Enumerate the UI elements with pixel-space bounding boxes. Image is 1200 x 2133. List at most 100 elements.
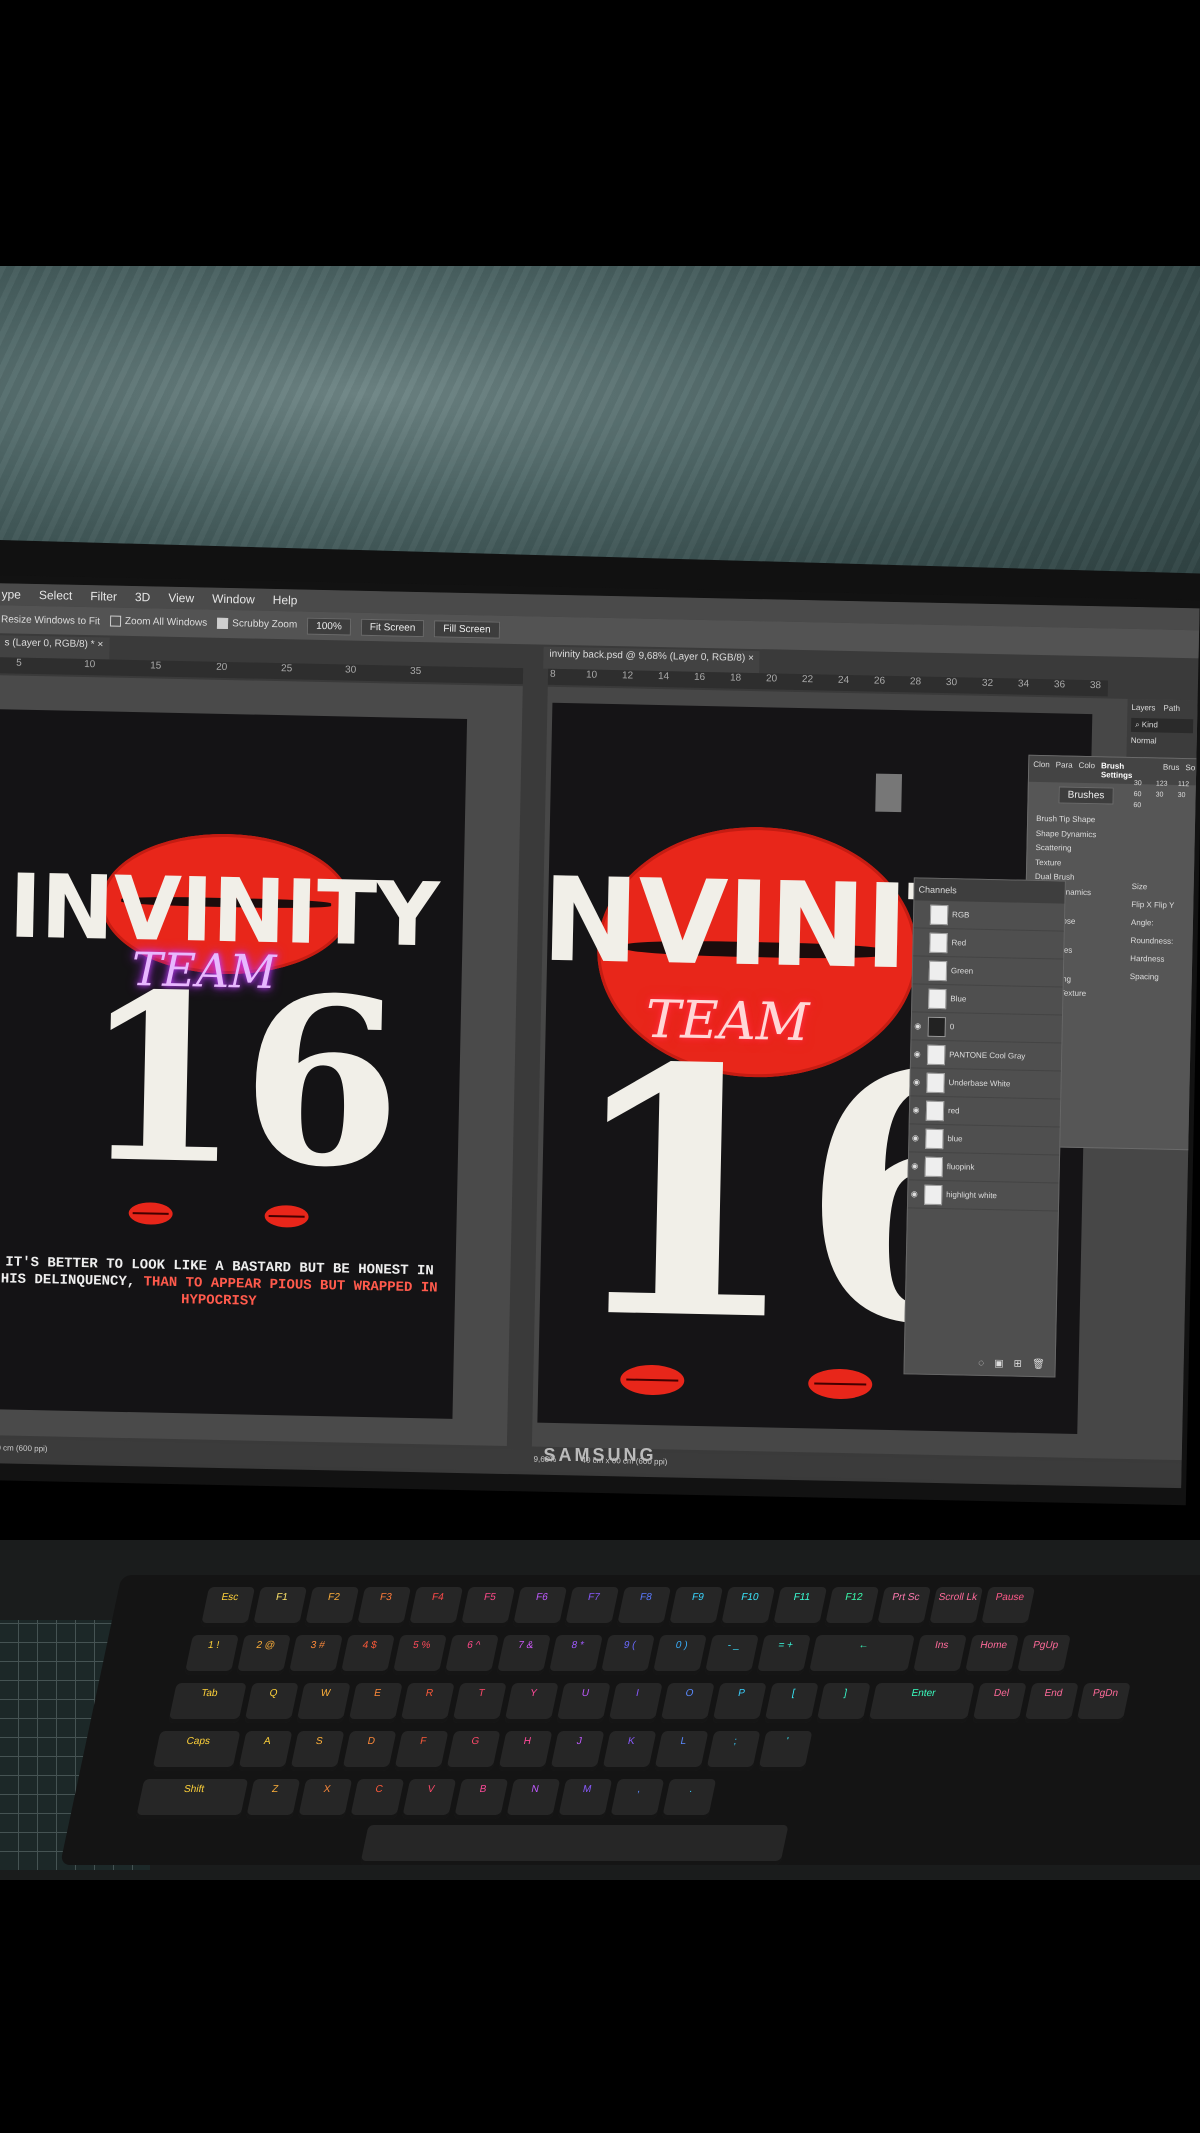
key-caps[interactable]: Caps	[151, 1731, 241, 1771]
brush-option[interactable]: Texture	[1035, 855, 1096, 871]
scrubby-zoom-checkbox[interactable]	[217, 618, 229, 630]
tab-color[interactable]: Colo	[1078, 761, 1096, 779]
key[interactable]: = +	[756, 1635, 811, 1675]
key[interactable]: G	[445, 1731, 501, 1771]
key[interactable]: O	[660, 1683, 715, 1723]
key[interactable]: F6	[512, 1587, 568, 1627]
menu-type[interactable]: ype	[1, 587, 21, 601]
key[interactable]: T	[452, 1683, 507, 1723]
fill-screen-button[interactable]: Fill Screen	[434, 619, 500, 639]
layer-kind-filter[interactable]: ⌕ Kind	[1130, 717, 1194, 734]
key[interactable]: E	[348, 1683, 403, 1723]
key[interactable]: M	[557, 1779, 613, 1819]
brush-preset-size[interactable]: 112	[1178, 781, 1196, 788]
menu-help[interactable]: Help	[273, 593, 298, 608]
roundness-field[interactable]: Roundness:	[1130, 932, 1174, 951]
key[interactable]: 6 ^	[444, 1635, 499, 1675]
menu-view[interactable]: View	[168, 591, 194, 606]
key-backspace[interactable]: ←	[808, 1635, 915, 1675]
key[interactable]: K	[601, 1731, 657, 1771]
hardness-slider[interactable]: Hardness	[1130, 950, 1173, 969]
key[interactable]: X	[297, 1779, 353, 1819]
blend-mode-select[interactable]: Normal	[1127, 734, 1197, 748]
key[interactable]: F3	[356, 1587, 412, 1627]
key-tab[interactable]: Tab	[168, 1683, 247, 1723]
key[interactable]: R	[400, 1683, 455, 1723]
tab-layers[interactable]: Layers	[1131, 703, 1155, 713]
canvas-left[interactable]: INVINITY TEAM 16 IT'S BETTER TO LOOK LIK…	[0, 675, 523, 1447]
key[interactable]: U	[556, 1683, 611, 1723]
eye-icon[interactable]: ◉	[911, 1049, 923, 1058]
channel-row[interactable]: ◉ red	[909, 1096, 1061, 1128]
menu-3d[interactable]: 3D	[135, 590, 151, 604]
key[interactable]: 0 )	[652, 1635, 707, 1675]
load-selection-icon[interactable]: ◌	[978, 1358, 984, 1369]
channel-row[interactable]: ◉ blue	[909, 1124, 1060, 1156]
key[interactable]: Z	[245, 1779, 301, 1819]
brush-preset-size[interactable]: 60	[1134, 791, 1152, 798]
eye-icon[interactable]: ◉	[909, 1161, 921, 1170]
spacing-checkbox[interactable]: Spacing	[1130, 968, 1173, 987]
key[interactable]: F9	[668, 1587, 724, 1627]
key[interactable]: PgDn	[1076, 1683, 1131, 1723]
brush-option[interactable]: Brush Tip Shape	[1036, 812, 1097, 828]
menu-select[interactable]: Select	[39, 588, 73, 603]
zoom-all-windows-option[interactable]: Zoom All Windows	[109, 615, 207, 629]
key[interactable]: ;	[705, 1731, 761, 1771]
channel-row[interactable]: ◉ 0	[911, 1012, 1063, 1044]
eye-icon[interactable]: ◉	[910, 1105, 922, 1114]
key[interactable]: L	[653, 1731, 709, 1771]
eye-icon[interactable]: ◉	[912, 1021, 924, 1030]
eye-icon[interactable]: ◉	[910, 1077, 922, 1086]
key[interactable]: '	[757, 1731, 813, 1771]
key[interactable]: J	[549, 1731, 605, 1771]
eye-icon[interactable]: ◉	[908, 1189, 920, 1198]
key[interactable]: 4 $	[340, 1635, 395, 1675]
key[interactable]: .	[661, 1779, 717, 1819]
key[interactable]: Y	[504, 1683, 559, 1723]
key[interactable]: 3 #	[288, 1635, 343, 1675]
key[interactable]: 1 !	[184, 1635, 239, 1675]
key[interactable]: Prt Sc	[876, 1587, 932, 1627]
key[interactable]: V	[401, 1779, 457, 1819]
tab-left-document[interactable]: s (Layer 0, RGB/8) * ×	[0, 635, 110, 660]
channel-row[interactable]: Green	[912, 956, 1064, 988]
channel-row[interactable]: ◉ highlight white	[907, 1180, 1059, 1212]
flip-x-checkbox[interactable]: Flip X	[1131, 900, 1152, 909]
key[interactable]: 5 %	[392, 1635, 447, 1675]
key[interactable]: 9 (	[600, 1635, 655, 1675]
key[interactable]: D	[341, 1731, 397, 1771]
navigator-mini-icon[interactable]	[875, 773, 903, 813]
key[interactable]: ]	[816, 1683, 871, 1723]
key[interactable]: 8 *	[548, 1635, 603, 1675]
key[interactable]: Ins	[912, 1635, 967, 1675]
key[interactable]: 7 &	[496, 1635, 551, 1675]
key[interactable]: Home	[964, 1635, 1019, 1675]
brush-preset-size[interactable]: 30	[1178, 792, 1196, 799]
key[interactable]: F2	[304, 1587, 360, 1627]
save-selection-icon[interactable]: ▣	[994, 1358, 1004, 1369]
key[interactable]: End	[1024, 1683, 1079, 1723]
resize-windows-option[interactable]: Resize Windows to Fit	[1, 614, 100, 627]
key[interactable]: Q	[244, 1683, 299, 1723]
key[interactable]: C	[349, 1779, 405, 1819]
eye-icon[interactable]: ◉	[909, 1133, 921, 1142]
key-enter[interactable]: Enter	[868, 1683, 975, 1723]
fit-screen-button[interactable]: Fit Screen	[360, 618, 425, 637]
scrubby-zoom-option[interactable]: Scrubby Zoom	[217, 618, 297, 631]
brush-preset-size[interactable]: 30	[1134, 780, 1152, 787]
key-spacebar[interactable]	[360, 1825, 789, 1865]
new-channel-icon[interactable]: ⊞	[1013, 1359, 1022, 1370]
channel-row[interactable]: ◉ fluopink	[908, 1152, 1060, 1184]
trash-icon[interactable]: 🗑	[1032, 1359, 1045, 1370]
angle-field[interactable]: Angle:	[1131, 914, 1174, 933]
channel-row[interactable]: ◉ Underbase White	[910, 1068, 1061, 1100]
key[interactable]: W	[296, 1683, 351, 1723]
channel-row[interactable]: RGB	[913, 900, 1065, 932]
channel-row[interactable]: Blue	[912, 984, 1063, 1016]
key[interactable]: B	[453, 1779, 509, 1819]
key[interactable]: P	[712, 1683, 767, 1723]
key[interactable]: F	[393, 1731, 449, 1771]
key-shift[interactable]: Shift	[135, 1779, 249, 1819]
zoom-100-button[interactable]: 100%	[307, 617, 351, 636]
